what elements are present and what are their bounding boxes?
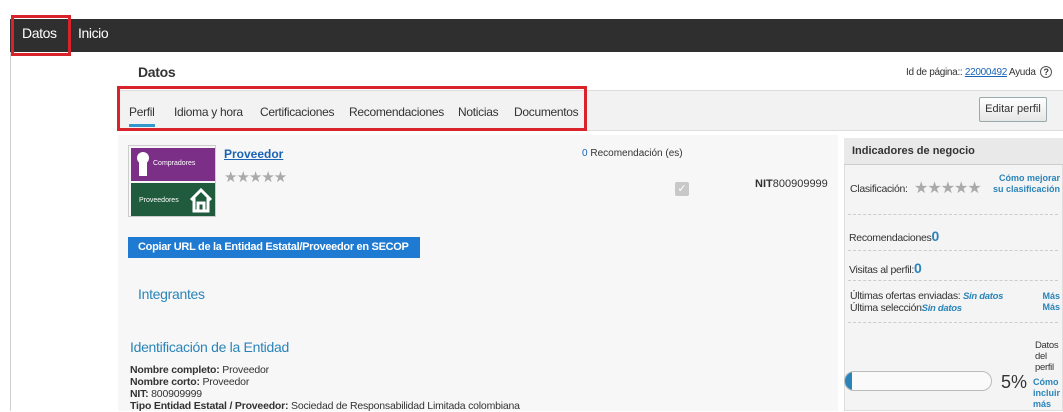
profile-completion-fill: [845, 372, 853, 390]
help-link[interactable]: Ayuda: [1009, 67, 1036, 78]
logo-suppliers-text: Proveedores: [139, 197, 179, 204]
check-icon[interactable]: ✓: [675, 182, 689, 196]
short-name-value: Proveedor: [202, 376, 250, 388]
page-id-area: Id de página:: 22000492 Ayuda ?: [906, 66, 1053, 78]
info-short-name: Nombre corto: Proveedor: [130, 376, 249, 388]
divider: [848, 280, 1058, 281]
logo-suppliers: Proveedores: [131, 183, 215, 216]
sidebar-recommendations-value: 0: [931, 228, 939, 244]
full-name-value: Proveedor: [222, 364, 269, 376]
id-nit-value: 800909999: [151, 388, 202, 400]
more-link-selection[interactable]: Más: [1032, 302, 1060, 313]
more-link-offers[interactable]: Más: [1032, 291, 1060, 302]
help-icon[interactable]: ?: [1040, 66, 1053, 78]
page-id-link[interactable]: 22000492: [965, 67, 1007, 78]
last-selection-label: Última selección: [850, 302, 922, 314]
sidebar-visits: Visitas al perfil:0: [849, 260, 922, 276]
provider-name-link[interactable]: Proveedor: [224, 147, 283, 161]
logo-buyers: Compradores: [131, 148, 215, 181]
top-nav-bar: Datos Inicio: [10, 19, 1063, 52]
classification-stars: ★★★★★: [914, 180, 982, 197]
improve-classification-link[interactable]: Cómo mejorar su clasificación: [988, 173, 1060, 195]
page-title: Datos: [138, 64, 176, 80]
edit-profile-button[interactable]: Editar perfil: [979, 97, 1047, 122]
entity-type-value: Sociedad de Responsabilidad Limitada col…: [291, 400, 520, 412]
nav-tab-inicio[interactable]: Inicio: [78, 19, 109, 52]
last-offers-label: Últimas ofertas enviadas:: [850, 290, 961, 302]
profile-completion-bar: [844, 371, 992, 391]
visits-label: Visitas al perfil:: [849, 264, 915, 276]
short-name-label: Nombre corto:: [130, 376, 200, 388]
entity-type-label: Tipo Entidad Estatal / Proveedor:: [130, 400, 289, 412]
entity-logo: Compradores Proveedores: [128, 145, 216, 217]
sidebar-recommendations-label: Recomendaciones: [849, 232, 932, 244]
highlight-box-tabs: [117, 86, 587, 131]
members-title: Integrantes: [138, 286, 205, 302]
recommendations-count: 0: [582, 148, 588, 159]
business-indicators-title: Indicadores de negocio: [844, 138, 1063, 165]
copy-url-button[interactable]: Copiar URL de la Entidad Estatal/Proveed…: [128, 237, 420, 258]
last-selection-value: Sin datos: [921, 303, 962, 314]
profile-data-label: Datos del perfil: [1035, 340, 1059, 373]
profile-completion-percent: 5%: [1001, 372, 1028, 392]
recommendations-label: Recomendación (es): [590, 148, 683, 159]
info-nit: NIT: 800909999: [130, 388, 202, 400]
nit-display: NIT800909999: [755, 178, 828, 190]
visits-value: 0: [914, 260, 922, 276]
identification-title: Identificación de la Entidad: [130, 339, 289, 355]
logo-buyers-text: Compradores: [153, 160, 196, 167]
nit-label: NIT: [755, 178, 773, 190]
info-full-name: Nombre completo: Proveedor: [130, 364, 269, 376]
divider: [848, 250, 1058, 251]
divider: [848, 214, 1058, 215]
highlight-box-datos: [11, 15, 71, 56]
sidebar-recommendations: Recomendaciones0: [849, 228, 939, 244]
divider: [848, 322, 1058, 323]
last-selection: Última selecciónSin datos: [850, 302, 962, 314]
last-offers-value: Sin datos: [963, 291, 1004, 302]
rating-stars: ★★★★★: [224, 169, 287, 186]
recommendations-summary: 0 Recomendación (es): [582, 148, 683, 159]
house-icon: [189, 187, 213, 213]
include-more-link[interactable]: Cómo incluir más: [1033, 377, 1063, 410]
classification-label: Clasificación:: [850, 183, 908, 195]
nit-value: 800909999: [772, 178, 828, 190]
last-offers: Últimas ofertas enviadas: Sin datos: [850, 290, 1003, 302]
info-entity-type: Tipo Entidad Estatal / Proveedor: Socied…: [130, 400, 520, 412]
page-id-label: Id de página::: [906, 67, 963, 78]
id-nit-label: NIT:: [130, 388, 149, 400]
full-name-label: Nombre completo:: [130, 364, 220, 376]
